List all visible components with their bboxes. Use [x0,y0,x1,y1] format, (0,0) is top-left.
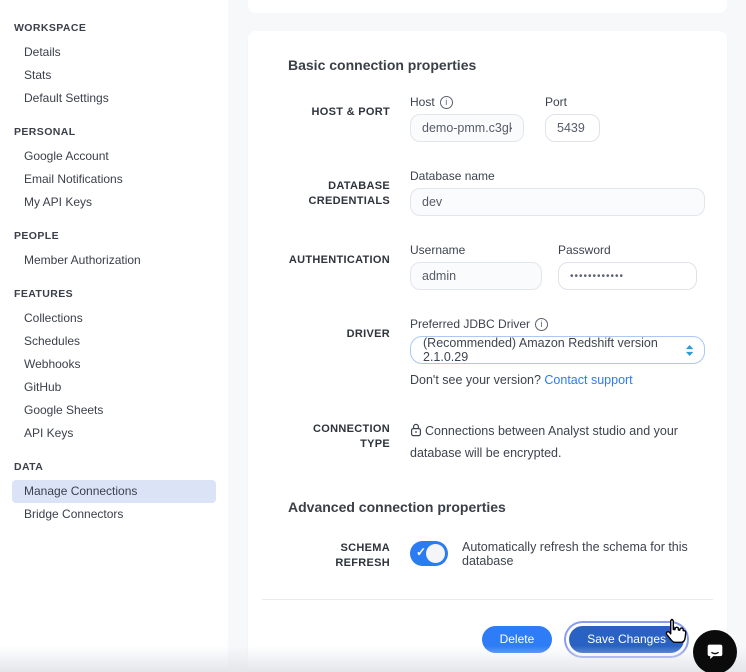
sidebar-section-workspace: WORKSPACE [0,16,228,41]
connection-type-text-value: Connections between Analyst studio and y… [410,424,678,460]
jdbc-driver-label: Preferred JDBC Driver i [410,317,705,331]
port-input[interactable] [545,114,600,142]
driver-helper-prefix: Don't see your version? [410,373,544,387]
host-input[interactable] [410,114,524,142]
username-label-text: Username [410,243,465,257]
contact-support-link[interactable]: Contact support [544,373,632,387]
lock-icon [410,423,422,437]
connection-type-text: Connections between Analyst studio and y… [410,420,705,464]
sidebar-item-collections[interactable]: Collections [0,307,228,330]
database-name-input[interactable] [410,188,705,216]
host-port-row: HOST & PORT Host i Port [248,95,727,142]
database-name-label-text: Database name [410,169,495,183]
password-label: Password [558,243,697,257]
basic-properties-title: Basic connection properties [288,58,727,73]
driver-row: DRIVER Preferred JDBC Driver i (Recommen… [248,317,727,387]
save-changes-button[interactable]: Save Changes [569,626,684,653]
authentication-group-label: AUTHENTICATION [260,243,390,290]
database-credentials-group-label: DATABASE CREDENTIALS [260,169,390,216]
jdbc-driver-select[interactable]: (Recommended) Amazon Redshift version 2.… [410,336,705,364]
port-label: Port [545,95,600,109]
sidebar-section-data: DATA [0,455,228,480]
sidebar-item-email-notifications[interactable]: Email Notifications [0,168,228,191]
sidebar-item-api-keys[interactable]: API Keys [0,422,228,445]
advanced-properties-title: Advanced connection properties [288,500,727,515]
select-arrows-icon [685,344,694,357]
chat-bubble-icon [704,641,726,663]
host-label-text: Host [410,95,435,109]
username-label: Username [410,243,542,257]
sidebar-item-stats[interactable]: Stats [0,64,228,87]
toggle-knob [426,544,445,563]
sidebar-item-bridge-connectors[interactable]: Bridge Connectors [0,503,228,526]
sidebar-item-member-authorization[interactable]: Member Authorization [0,249,228,272]
previous-card-bottom [248,0,727,13]
schema-refresh-toggle[interactable]: ✓ [410,541,448,566]
footer-actions: Delete Save Changes [248,626,727,653]
database-credentials-row: DATABASE CREDENTIALS Database name [248,169,727,216]
jdbc-driver-label-text: Preferred JDBC Driver [410,317,530,331]
schema-refresh-group-label: SCHEMA REFRESH [260,537,390,571]
main-content: Basic connection properties HOST & PORT … [228,0,746,672]
connection-type-group-label: CONNECTION TYPE [260,420,390,464]
sidebar-section-personal: PERSONAL [0,120,228,145]
password-label-text: Password [558,243,611,257]
sidebar-item-google-sheets[interactable]: Google Sheets [0,399,228,422]
sidebar-item-default-settings[interactable]: Default Settings [0,87,228,110]
driver-group-label: DRIVER [260,317,390,387]
host-info-icon[interactable]: i [440,96,453,109]
sidebar-section-features: FEATURES [0,282,228,307]
chat-launcher-button[interactable] [693,630,737,672]
sidebar-section-people: PEOPLE [0,224,228,249]
connection-settings-card: Basic connection properties HOST & PORT … [248,31,727,672]
driver-helper-text: Don't see your version? Contact support [410,373,705,387]
check-icon: ✓ [416,545,426,559]
sidebar-item-schedules[interactable]: Schedules [0,330,228,353]
footer-divider [262,599,713,600]
sidebar-item-details[interactable]: Details [0,41,228,64]
schema-refresh-text: Automatically refresh the schema for thi… [462,540,705,568]
delete-button[interactable]: Delete [482,626,553,653]
jdbc-driver-info-icon[interactable]: i [535,318,548,331]
password-input[interactable] [558,262,697,290]
authentication-row: AUTHENTICATION Username Password [248,243,727,290]
settings-sidebar: WORKSPACE Details Stats Default Settings… [0,0,228,672]
connection-type-row: CONNECTION TYPE Connections between Anal… [248,420,727,464]
sidebar-item-github[interactable]: GitHub [0,376,228,399]
host-label: Host i [410,95,524,109]
sidebar-item-google-account[interactable]: Google Account [0,145,228,168]
jdbc-driver-selected-option: (Recommended) Amazon Redshift version 2.… [423,336,685,364]
host-port-group-label: HOST & PORT [260,95,390,142]
sidebar-item-my-api-keys[interactable]: My API Keys [0,191,228,214]
port-label-text: Port [545,95,567,109]
database-name-label: Database name [410,169,705,183]
sidebar-item-manage-connections[interactable]: Manage Connections [12,480,216,503]
sidebar-item-webhooks[interactable]: Webhooks [0,353,228,376]
username-input[interactable] [410,262,542,290]
schema-refresh-row: SCHEMA REFRESH ✓ Automatically refresh t… [248,537,727,571]
